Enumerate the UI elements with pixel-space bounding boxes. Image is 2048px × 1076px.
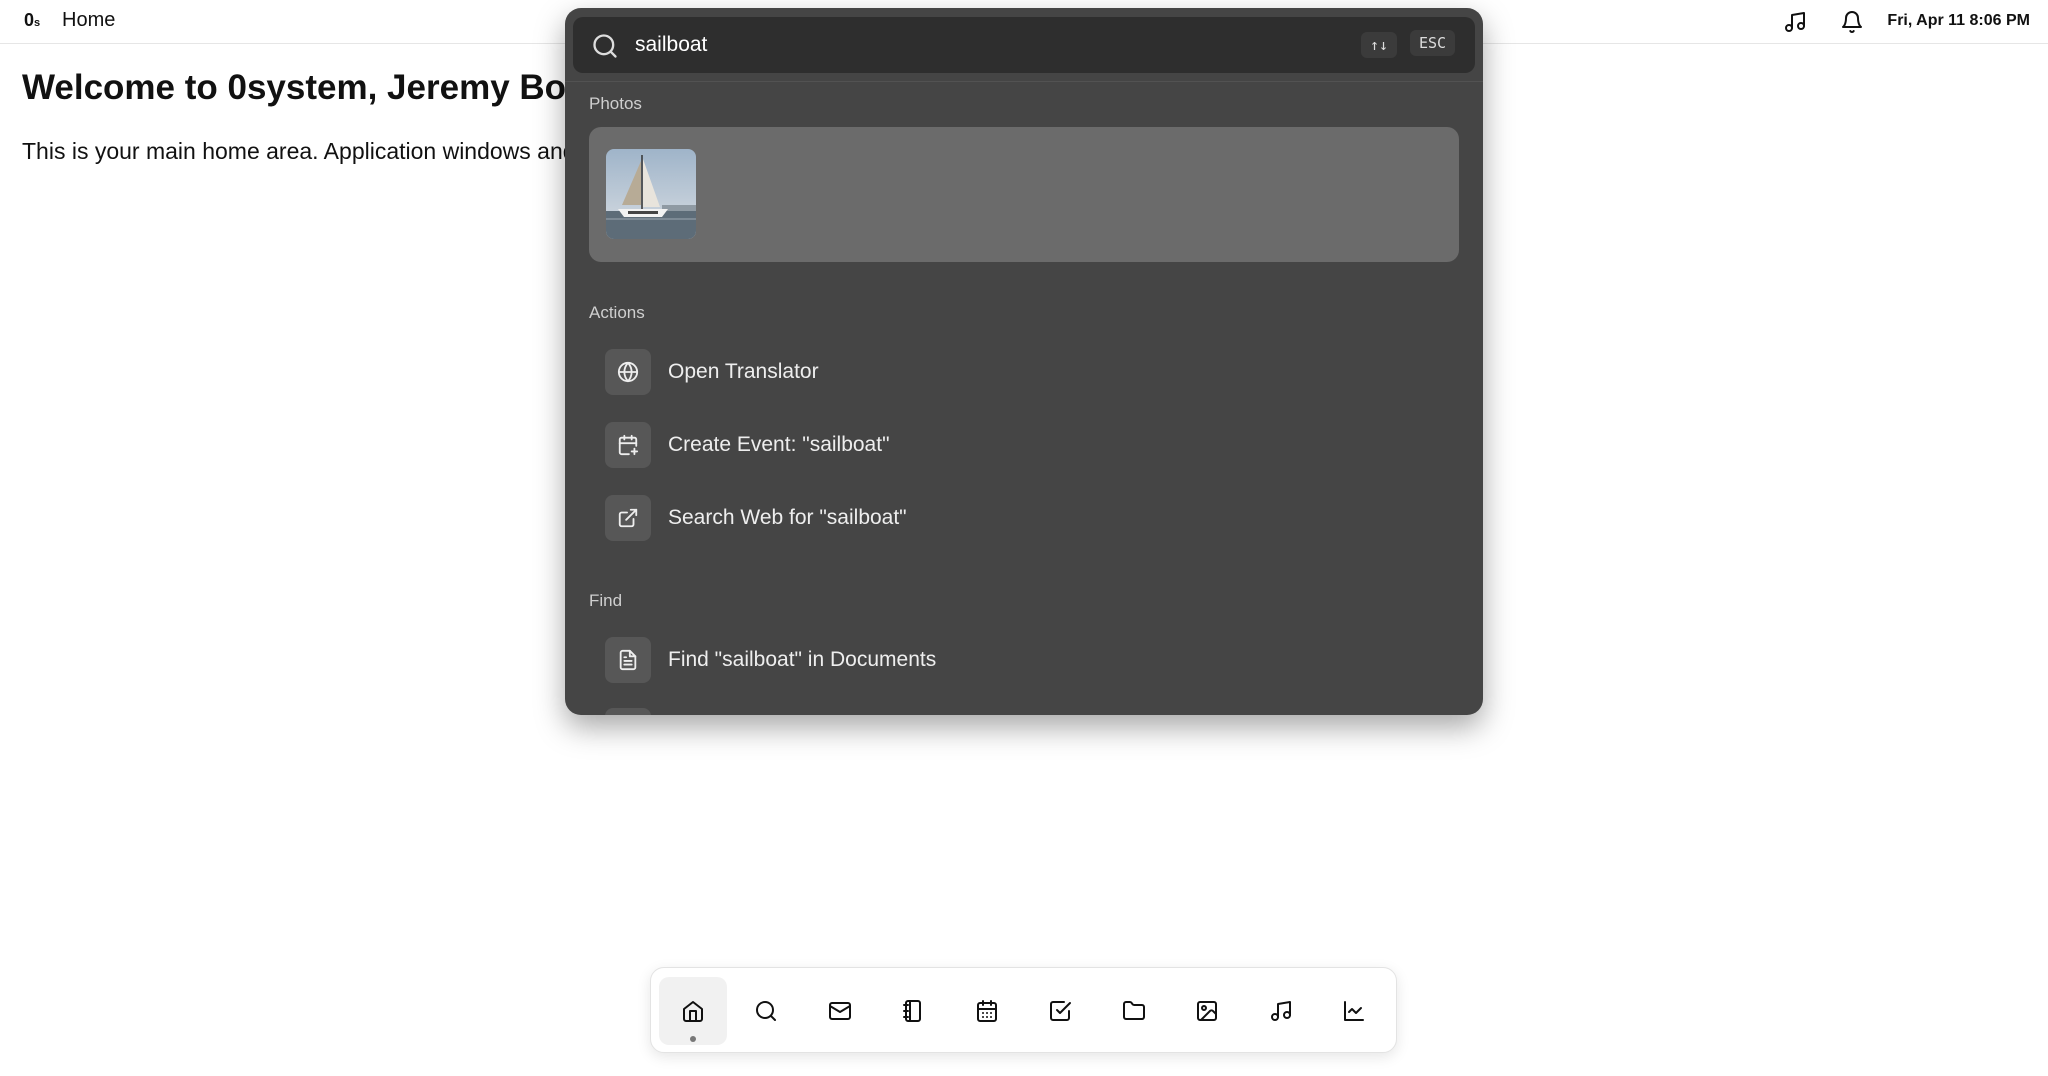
system-logo[interactable]: 0s bbox=[24, 10, 40, 31]
dock-search[interactable] bbox=[732, 977, 800, 1045]
section-label-find: Find bbox=[589, 591, 623, 610]
document-icon bbox=[605, 637, 651, 683]
chart-icon bbox=[1344, 1001, 1364, 1021]
image-icon bbox=[1197, 1001, 1217, 1021]
divider bbox=[565, 81, 1483, 82]
find-label: Find "sailboat" in Documents bbox=[668, 648, 937, 671]
checkbox-icon bbox=[1050, 1001, 1071, 1021]
active-indicator bbox=[690, 1036, 696, 1042]
navigate-shortcut-hint: ↑↓ bbox=[1361, 32, 1398, 58]
section-label-photos: Photos bbox=[589, 94, 642, 113]
dock-stats[interactable] bbox=[1320, 977, 1388, 1045]
search-icon bbox=[756, 1001, 776, 1021]
clock[interactable]: Fri, Apr 11 8:06 PM bbox=[1887, 12, 2030, 30]
dock-mail[interactable] bbox=[806, 977, 874, 1045]
notebook-icon bbox=[903, 1000, 921, 1022]
search-input[interactable] bbox=[635, 29, 1295, 61]
dock-calendar[interactable] bbox=[953, 977, 1021, 1045]
external-link-icon bbox=[605, 495, 651, 541]
search-bar bbox=[573, 17, 1475, 73]
action-label: Open Translator bbox=[668, 360, 819, 383]
folder-icon bbox=[1123, 1001, 1145, 1020]
home-icon bbox=[683, 1001, 703, 1022]
calendar-plus-icon bbox=[605, 422, 651, 468]
dock-notebook[interactable] bbox=[879, 977, 947, 1045]
photo-result[interactable] bbox=[589, 127, 1459, 262]
dock-files[interactable] bbox=[1100, 977, 1168, 1045]
dock-tasks[interactable] bbox=[1026, 977, 1094, 1045]
search-icon bbox=[591, 32, 619, 60]
music-icon bbox=[1271, 1001, 1291, 1021]
calendar-icon bbox=[977, 1000, 997, 1022]
globe-icon bbox=[605, 349, 651, 395]
find-in-documents[interactable]: Find "sailboat" in Documents bbox=[605, 637, 1455, 683]
esc-shortcut[interactable]: ESC bbox=[1410, 30, 1456, 56]
mail-icon bbox=[829, 1002, 851, 1020]
page-title: Home bbox=[62, 9, 116, 31]
music-icon[interactable] bbox=[1783, 10, 1807, 34]
next-result-peek[interactable] bbox=[605, 708, 651, 715]
dock-home[interactable] bbox=[659, 977, 727, 1045]
sailboat-photo-thumbnail bbox=[606, 149, 696, 239]
search-palette: ↑↓ ESC Photos bbox=[565, 8, 1483, 715]
action-open-translator[interactable]: Open Translator bbox=[605, 349, 1455, 395]
dock-music[interactable] bbox=[1247, 977, 1315, 1045]
action-label: Search Web for "sailboat" bbox=[668, 506, 907, 529]
home-description: This is your main home area. Application… bbox=[22, 138, 576, 164]
welcome-heading: Welcome to 0system, Jeremy Bosm bbox=[22, 68, 617, 107]
bell-icon[interactable] bbox=[1840, 10, 1864, 34]
action-search-web[interactable]: Search Web for "sailboat" bbox=[605, 495, 1455, 541]
action-create-event[interactable]: Create Event: "sailboat" bbox=[605, 422, 1455, 468]
dock-photos[interactable] bbox=[1173, 977, 1241, 1045]
action-label: Create Event: "sailboat" bbox=[668, 433, 890, 456]
section-label-actions: Actions bbox=[589, 303, 645, 322]
dock bbox=[650, 967, 1397, 1053]
